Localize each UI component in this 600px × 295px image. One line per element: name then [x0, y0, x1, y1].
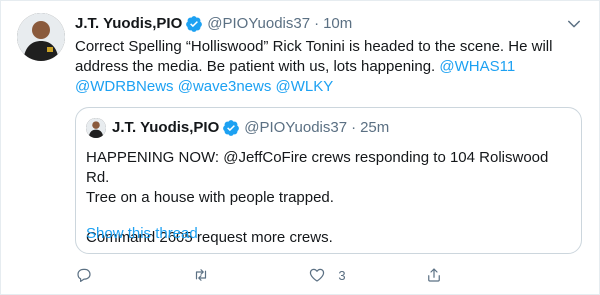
mention-link[interactable]: @wave3news	[178, 78, 272, 95]
avatar-image	[17, 13, 65, 61]
tweet-text: Correct Spelling “Holliswood” Rick Tonin…	[75, 37, 580, 97]
share-icon	[428, 268, 440, 282]
author-handle[interactable]: @PIOYuodis37	[207, 14, 310, 34]
tweet-actions: 3	[75, 266, 505, 284]
retweet-button[interactable]	[192, 266, 272, 284]
quoted-line: HAPPENING NOW: @JeffCoFire crews respond…	[86, 149, 549, 186]
tweet-header: J.T. Yuodis,PIO @PIOYuodis37 · 10m	[75, 14, 352, 34]
verified-badge-icon	[186, 16, 203, 32]
quoted-author-handle: @PIOYuodis37	[244, 119, 348, 136]
retweet-icon	[195, 269, 206, 281]
mention-link[interactable]: @WDRBNews	[75, 78, 174, 95]
like-count: 3	[338, 267, 346, 283]
quoted-tweet-time: 25m	[360, 119, 390, 136]
author-name[interactable]: J.T. Yuodis,PIO	[75, 14, 182, 34]
quoted-line: Tree on a house with people trapped.	[86, 189, 334, 206]
separator-dot: ·	[351, 119, 357, 136]
quoted-author-avatar	[86, 118, 106, 138]
quoted-tweet[interactable]: J.T. Yuodis,PIO @PIOYuodis37 · 25m HAPPE…	[75, 107, 582, 254]
quoted-tweet-header: J.T. Yuodis,PIO @PIOYuodis37 · 25m	[112, 118, 389, 138]
author-avatar[interactable]	[17, 13, 65, 61]
like-icon	[310, 268, 325, 282]
separator-dot: ·	[314, 15, 320, 32]
mention-link[interactable]: @WLKY	[276, 78, 334, 95]
mention-link[interactable]: @WHAS11	[439, 58, 515, 75]
share-button[interactable]	[425, 266, 505, 284]
quoted-author-name: J.T. Yuodis,PIO	[112, 119, 220, 136]
verified-badge-icon	[223, 120, 240, 136]
like-button[interactable]: 3	[308, 266, 388, 284]
quoted-avatar-image	[86, 118, 106, 138]
show-thread-link[interactable]: Show this thread	[86, 224, 198, 244]
reply-button[interactable]	[75, 266, 155, 284]
tweet-time[interactable]: 10m	[323, 14, 352, 34]
reply-icon	[77, 268, 91, 282]
chevron-down-icon[interactable]	[565, 15, 583, 33]
tweet-card[interactable]: J.T. Yuodis,PIO @PIOYuodis37 · 10m Corre…	[0, 0, 600, 295]
